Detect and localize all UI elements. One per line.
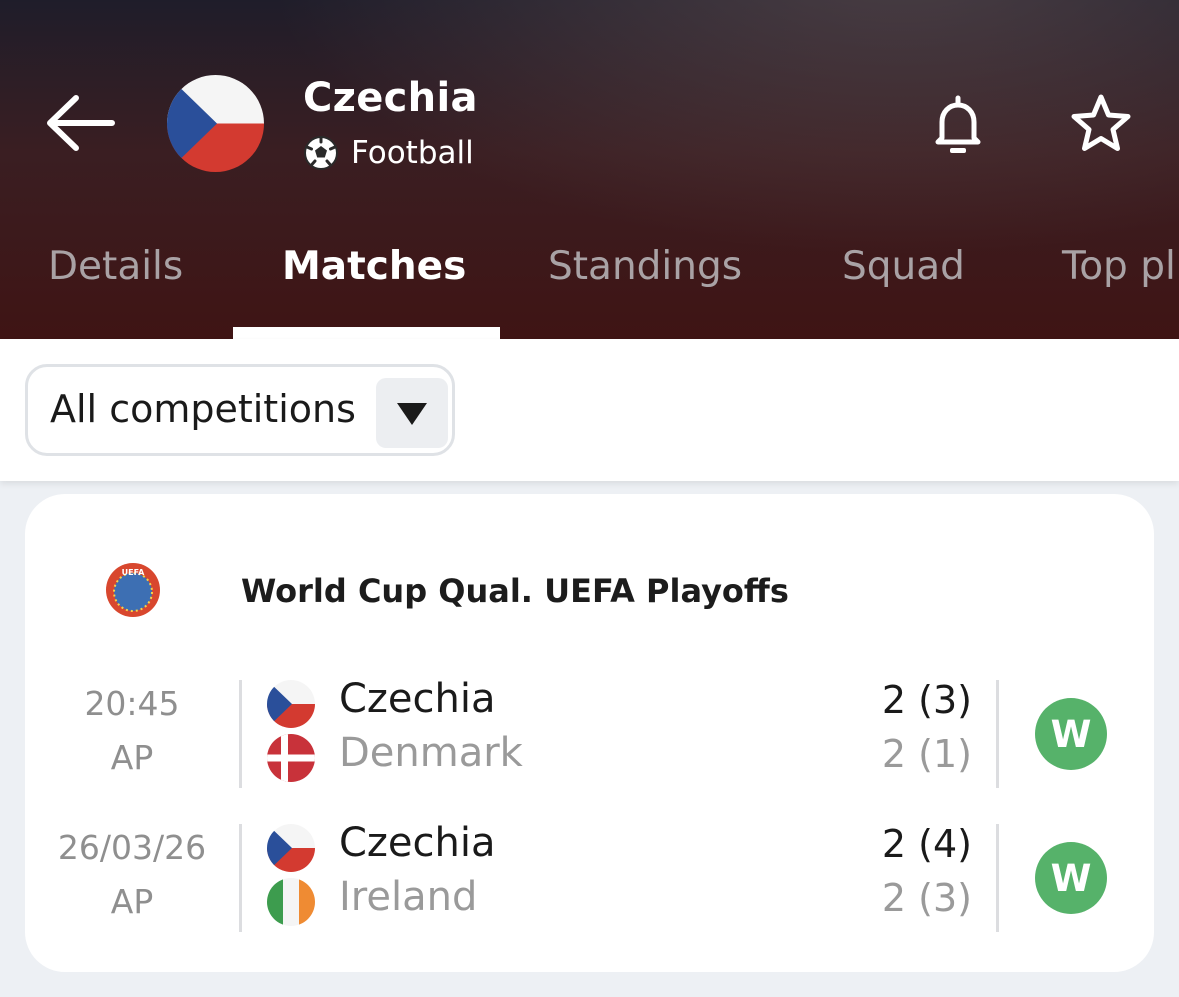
dropdown-button[interactable] [376,378,448,448]
match-row[interactable]: 26/03/26 AP Czechia Ireland 2 (4) 2 (3) … [25,820,1154,932]
home-score: 2 (4) [881,822,972,866]
bell-icon [935,95,981,153]
tab-standings[interactable]: Standings [548,244,742,289]
away-score: 2 (3) [881,876,972,920]
team-header: Czechia Football Details Matches Standin… [0,0,1179,339]
competition-card: UEFA World Cup Qual. UEFA Playoffs 20:45… [25,494,1154,972]
tab-squad[interactable]: Squad [842,244,965,289]
match-status: AP [110,882,154,921]
uefa-logo-icon: UEFA [105,562,161,618]
divider [239,680,242,788]
divider [996,680,999,788]
tab-top-players[interactable]: Top pl [1062,244,1176,289]
tab-bar: Details Matches Standings Squad Top pl [0,240,1179,339]
match-date: 26/03/26 [57,828,207,867]
uefa-logo-text: UEFA [122,568,146,577]
denmark-flag-icon [267,734,315,782]
match-time: 20:45 [84,684,180,723]
home-team-name: Czechia [339,676,496,722]
tab-details[interactable]: Details [48,244,183,289]
dropdown-triangle-icon [397,403,427,425]
competition-filter-dropdown[interactable]: All competitions [25,364,455,456]
czechia-flag-icon [167,75,264,172]
competition-name: World Cup Qual. UEFA Playoffs [241,572,789,610]
home-team-name: Czechia [339,820,496,866]
back-button[interactable] [40,88,120,158]
ireland-flag-icon [267,878,315,926]
match-row[interactable]: 20:45 AP Czechia Denmark 2 (3) 2 (1) W [25,676,1154,788]
filter-bar: All competitions [0,339,1179,481]
home-score: 2 (3) [881,678,972,722]
divider [239,824,242,932]
divider [996,824,999,932]
favorite-button[interactable] [1068,92,1134,154]
sport-row: Football [303,133,474,173]
away-team-name: Denmark [339,730,523,776]
sport-label: Football [351,135,474,171]
czechia-flag-icon [267,824,315,872]
result-badge: W [1035,698,1107,770]
tab-matches[interactable]: Matches [282,244,466,289]
away-team-name: Ireland [339,874,478,920]
away-score: 2 (1) [881,732,972,776]
match-status: AP [110,738,154,777]
soccer-ball-icon [303,135,339,171]
star-icon [1071,94,1131,151]
active-tab-indicator [233,327,500,339]
competition-filter-label: All competitions [50,387,356,431]
team-flag [167,75,264,172]
czechia-flag-icon [267,680,315,728]
result-badge: W [1035,842,1107,914]
team-name: Czechia [303,75,478,121]
arrow-left-icon [47,95,115,151]
notifications-button[interactable] [928,92,988,158]
